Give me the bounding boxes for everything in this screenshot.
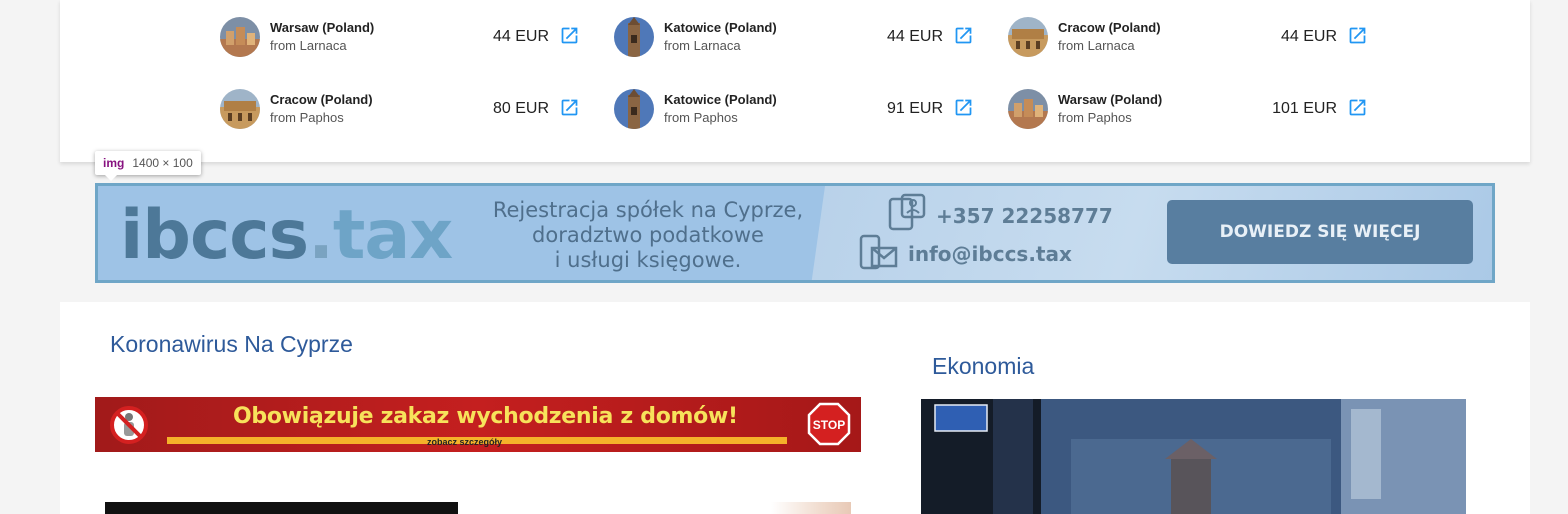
flight-destination: Cracow (Poland) (1058, 20, 1161, 35)
flight-destination: Katowice (Poland) (664, 20, 777, 35)
flight-price: 44 EUR (492, 28, 549, 45)
cracow-thumbnail (1008, 17, 1048, 57)
section-title-ekonomia[interactable]: Ekonomia (932, 353, 1034, 380)
ekonomia-article-image[interactable] (921, 399, 1466, 514)
katowice-thumbnail (614, 17, 654, 57)
flight-origin: from Larnaca (664, 38, 741, 53)
external-link-icon[interactable] (559, 97, 580, 118)
article-thumbnail[interactable] (771, 502, 851, 514)
flight-destination: Warsaw (Poland) (1058, 92, 1163, 107)
no-exit-icon (110, 406, 148, 444)
banner-tagline: Rejestracja spółek na Cyprze, doradztwo … (492, 198, 804, 272)
external-link-icon[interactable] (1347, 25, 1368, 46)
phone-contact-icon (888, 193, 926, 231)
flight-deal-item[interactable]: Katowice (Poland) from Paphos 91 EUR (614, 88, 974, 132)
stop-sign-icon: STOP (807, 402, 851, 446)
flight-origin: from Paphos (664, 110, 738, 125)
learn-more-button[interactable]: DOWIEDZ SIĘ WIĘCEJ (1167, 200, 1473, 264)
flight-origin: from Larnaca (1058, 38, 1135, 53)
katowice-thumbnail (614, 89, 654, 129)
flight-origin: from Paphos (1058, 110, 1132, 125)
flight-origin: from Paphos (270, 110, 344, 125)
flight-deal-item[interactable]: Cracow (Poland) from Larnaca 44 EUR (1008, 16, 1368, 60)
warsaw-thumbnail (220, 17, 260, 57)
flight-price: 44 EUR (1280, 28, 1337, 45)
stop-sign-label: STOP (813, 418, 845, 432)
warsaw-thumbnail (1008, 89, 1048, 129)
lockdown-banner[interactable]: Obowiązuje zakaz wychodzenia z domów! zo… (95, 397, 861, 452)
section-title-koronawirus[interactable]: Koronawirus Na Cyprze (110, 331, 353, 358)
ibccs-ad-banner[interactable]: ibccs.tax Rejestracja spółek na Cyprze, … (95, 183, 1495, 283)
flight-origin: from Larnaca (270, 38, 347, 53)
flight-deal-item[interactable]: Cracow (Poland) from Paphos 80 EUR (220, 88, 580, 132)
flight-price: 80 EUR (492, 100, 549, 117)
flight-deal-item[interactable]: Warsaw (Poland) from Larnaca 44 EUR (220, 16, 580, 60)
external-link-icon[interactable] (953, 97, 974, 118)
banner-headline: Obowiązuje zakaz wychodzenia z domów! (233, 404, 738, 429)
flight-price: 91 EUR (886, 100, 943, 117)
flight-deal-item[interactable]: Katowice (Poland) from Larnaca 44 EUR (614, 16, 974, 60)
tooltip-tag-name: img (103, 156, 125, 170)
flight-deal-item[interactable]: Warsaw (Poland) from Paphos 101 EUR (1008, 88, 1368, 132)
content-section: Koronawirus Na Cyprze Ekonomia Obowiązuj… (60, 302, 1530, 514)
tooltip-dimensions: 1400 × 100 (132, 156, 193, 170)
devtools-inspect-tooltip: img 1400 × 100 (95, 151, 201, 181)
banner-email: info@ibccs.tax (908, 242, 1072, 266)
video-thumbnail[interactable] (105, 502, 458, 514)
flight-destination: Katowice (Poland) (664, 92, 777, 107)
cracow-thumbnail (220, 89, 260, 129)
flight-destination: Cracow (Poland) (270, 92, 373, 107)
mail-contact-icon (859, 234, 898, 270)
banner-phone: +357 22258777 (936, 204, 1113, 228)
external-link-icon[interactable] (559, 25, 580, 46)
external-link-icon[interactable] (1347, 97, 1368, 118)
banner-details-link[interactable]: zobacz szczegóły (427, 437, 502, 447)
flight-destination: Warsaw (Poland) (270, 20, 375, 35)
external-link-icon[interactable] (953, 25, 974, 46)
flight-price: 44 EUR (886, 28, 943, 45)
tooltip-arrow (105, 175, 117, 181)
flight-price: 101 EUR (1272, 100, 1337, 117)
ibccs-logo: ibccs.tax (120, 196, 453, 275)
flight-deals-card: Warsaw (Poland) from Larnaca 44 EUR Kato… (60, 0, 1530, 162)
